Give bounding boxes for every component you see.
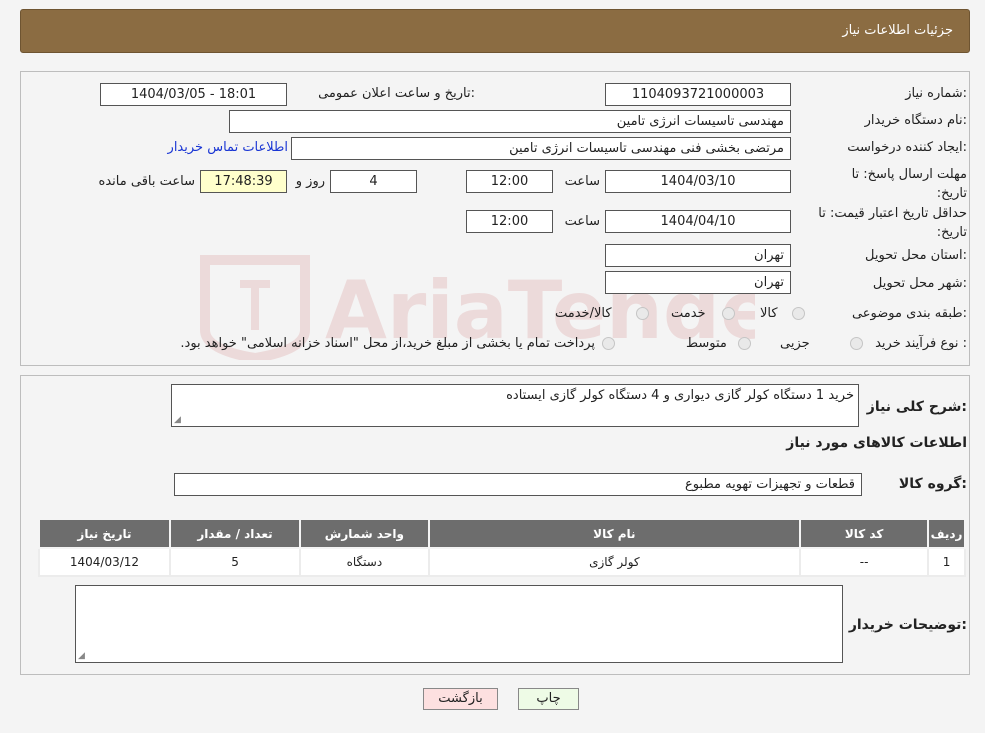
category-option-service: خدمت xyxy=(671,306,706,321)
buyer-notes-textarea[interactable]: ◢ xyxy=(75,585,843,663)
col-header-need-date: تاریخ نیاز xyxy=(38,518,171,549)
process-option-minor: جزیی xyxy=(780,336,810,351)
print-button[interactable]: چاپ xyxy=(518,688,579,710)
process-label: نوع فرآیند خرید : xyxy=(875,336,967,351)
cell-goods-code: -- xyxy=(799,547,930,577)
col-header-name: نام کالا xyxy=(427,518,802,549)
category-option-goods: کالا xyxy=(760,306,778,321)
items-table: ردیف کد کالا نام کالا واحد شمارش تعداد /… xyxy=(38,518,966,577)
announce-label: تاریخ و ساعت اعلان عمومی: xyxy=(318,86,475,101)
goods-group-field: قطعات و تجهیزات تهویه مطبوع xyxy=(174,473,862,496)
cell-unit: دستگاه xyxy=(299,547,430,577)
validity-time-field: 12:00 xyxy=(466,210,553,233)
send-time-label: ساعت xyxy=(564,174,600,189)
summary-label: شرح کلی نیاز: xyxy=(866,399,967,415)
requester-field: مرتضی بخشی فنی مهندسی تاسیسات انرژی تامی… xyxy=(291,137,791,160)
province-label: استان محل تحویل: xyxy=(865,248,967,263)
requester-label: ایجاد کننده درخواست: xyxy=(847,140,967,155)
page-header: جزئیات اطلاعات نیاز xyxy=(20,9,970,53)
goods-info-title: اطلاعات کالاهای مورد نیاز xyxy=(786,435,967,451)
province-field: تهران xyxy=(605,244,791,267)
cell-row-number: 1 xyxy=(927,547,966,577)
city-field: تهران xyxy=(605,271,791,294)
process-radio-minor[interactable] xyxy=(850,337,863,350)
process-note: پرداخت تمام یا بخشی از مبلغ خرید،از محل … xyxy=(180,336,595,351)
cell-goods-name: کولر گازی xyxy=(427,547,802,577)
category-radio-service[interactable] xyxy=(722,307,735,320)
goods-group-label: گروه کالا: xyxy=(898,476,967,492)
category-radio-goods[interactable] xyxy=(792,307,805,320)
buyer-org-field: مهندسی تاسیسات انرژی تامین xyxy=(229,110,791,133)
resize-handle-icon[interactable]: ◢ xyxy=(174,416,182,425)
remaining-time-field: 17:48:39 xyxy=(200,170,287,193)
process-radio-medium[interactable] xyxy=(738,337,751,350)
items-table-header: ردیف کد کالا نام کالا واحد شمارش تعداد /… xyxy=(38,518,966,549)
buyer-notes-label: توضیحات خریدار: xyxy=(848,617,967,633)
send-date-field: 1404/03/10 xyxy=(605,170,791,193)
announce-datetime-field: 1404/03/05 - 18:01 xyxy=(100,83,287,106)
send-deadline-label: مهلت ارسال پاسخ: تا تاریخ: xyxy=(851,167,967,201)
table-row: 1 -- کولر گازی دستگاه 5 1404/03/12 xyxy=(38,547,966,577)
validity-label: حداقل تاریخ اعتبار قیمت: تا تاریخ: xyxy=(818,206,967,240)
process-checkbox-treasury[interactable] xyxy=(602,337,615,350)
category-label: طبقه بندی موضوعی: xyxy=(851,306,967,321)
buyer-contact-link[interactable]: اطلاعات تماس خریدار xyxy=(168,140,288,155)
need-number-field: 1104093721000003 xyxy=(605,83,791,106)
summary-text: خرید 1 دستگاه کولر گازی دیواری و 4 دستگا… xyxy=(506,388,854,403)
cell-quantity: 5 xyxy=(168,547,302,577)
col-header-code: کد کالا xyxy=(799,518,930,549)
category-option-goods-service: کالا/خدمت xyxy=(555,306,612,321)
validity-time-label: ساعت xyxy=(564,214,600,229)
col-header-row: ردیف xyxy=(927,518,966,549)
remaining-days-field: 4 xyxy=(330,170,417,193)
col-header-quantity: تعداد / مقدار xyxy=(168,518,302,549)
back-button[interactable]: بازگشت xyxy=(423,688,498,710)
summary-textarea[interactable]: خرید 1 دستگاه کولر گازی دیواری و 4 دستگا… xyxy=(171,384,859,427)
col-header-unit: واحد شمارش xyxy=(299,518,430,549)
resize-handle-icon[interactable]: ◢ xyxy=(78,652,86,661)
page-title: جزئیات اطلاعات نیاز xyxy=(842,23,953,38)
validity-date-field: 1404/04/10 xyxy=(605,210,791,233)
need-number-label: شماره نیاز: xyxy=(905,86,967,101)
city-label: شهر محل تحویل: xyxy=(872,276,967,291)
buyer-org-label: نام دستگاه خریدار: xyxy=(864,113,967,128)
category-radio-goods-service[interactable] xyxy=(636,307,649,320)
days-label: روز و xyxy=(295,174,325,189)
cell-need-date: 1404/03/12 xyxy=(38,547,171,577)
send-time-field: 12:00 xyxy=(466,170,553,193)
process-option-medium: متوسط xyxy=(686,336,727,351)
remaining-time-label: ساعت باقی مانده xyxy=(98,174,195,189)
